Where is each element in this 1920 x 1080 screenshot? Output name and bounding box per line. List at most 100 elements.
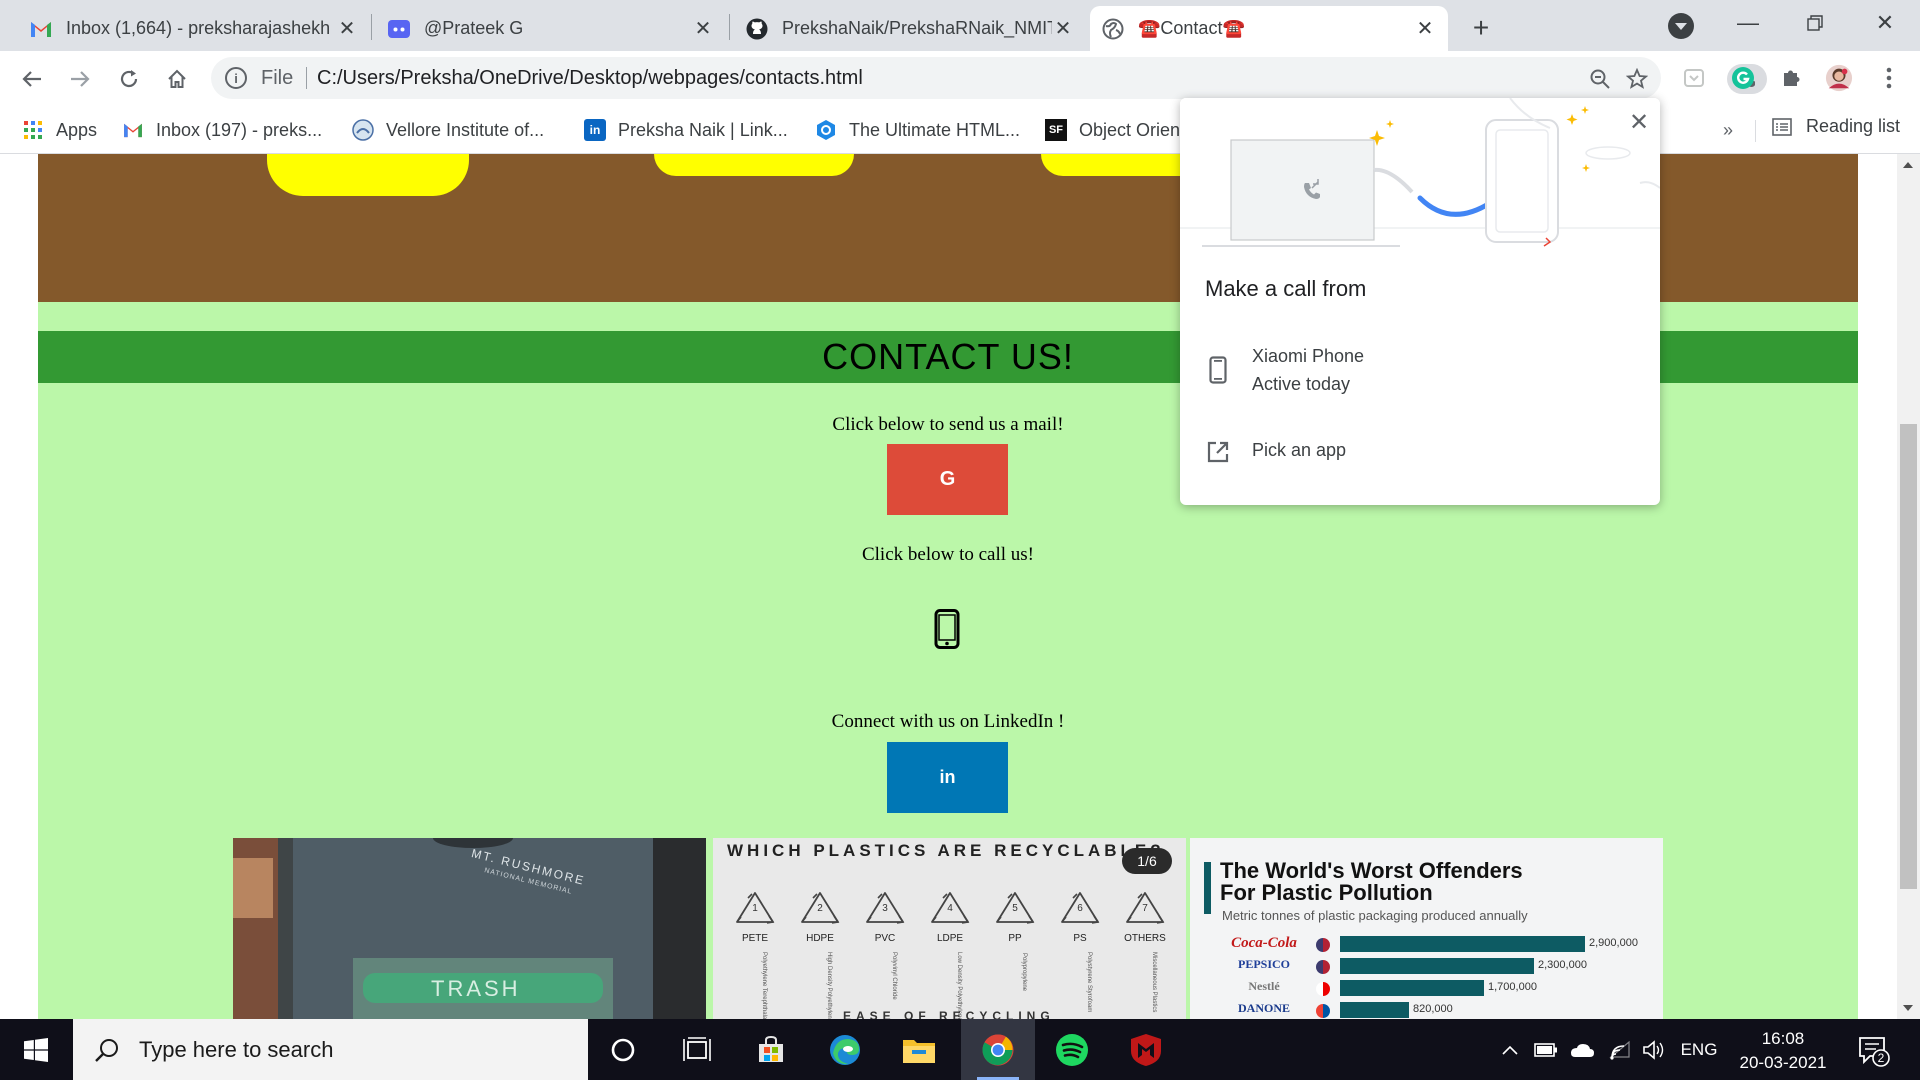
offender-bar	[1340, 980, 1484, 996]
home-icon	[168, 69, 186, 88]
battery-button[interactable]	[1533, 1037, 1559, 1063]
tab-title: PrekshaNaik/PrekshaRNaik_NMIT	[782, 18, 1052, 38]
mcafee-button[interactable]	[1109, 1019, 1183, 1080]
html-guide-icon	[815, 119, 837, 141]
taskbar-clock[interactable]: 16:08 20-03-2021	[1729, 1027, 1837, 1075]
offender-company: Coca-Cola	[1231, 935, 1297, 951]
action-center-button[interactable]: 2	[1856, 1033, 1890, 1067]
start-button[interactable]	[14, 1033, 58, 1067]
device-name: Xiaomi Phone	[1252, 346, 1365, 366]
scroll-down-arrow-icon[interactable]	[1903, 1005, 1913, 1011]
back-button[interactable]	[16, 63, 48, 95]
plastic-code: LDPE	[936, 933, 964, 944]
close-popup-button[interactable]: ✕	[1627, 109, 1651, 136]
plastic-type-ps: 6 PS Polystyrene Styrofoam	[1052, 890, 1108, 1012]
chrome-taskbar-button[interactable]	[961, 1019, 1035, 1080]
scroll-thumb[interactable]	[1900, 424, 1917, 889]
device-option-xiaomi[interactable]: Xiaomi Phone Active today	[1180, 342, 1660, 402]
globe-icon	[1102, 18, 1124, 40]
plastic-code: HDPE	[806, 933, 834, 944]
taskbar-search-box[interactable]: Type here to search	[73, 1019, 588, 1080]
new-tab-button[interactable]: +	[1466, 12, 1496, 44]
tab-discord[interactable]: @Prateek G ✕	[376, 6, 726, 51]
offender-value-label: 1,700,000	[1488, 981, 1537, 993]
reading-list-label: Reading list	[1806, 116, 1901, 136]
minimize-button[interactable]: —	[1728, 8, 1768, 38]
close-tab-icon[interactable]: ✕	[692, 18, 714, 40]
yellow-nav-button[interactable]	[654, 154, 854, 176]
grammarly-icon[interactable]	[1729, 64, 1757, 92]
contact-title: CONTACT US!	[822, 336, 1074, 377]
onedrive-button[interactable]	[1568, 1037, 1596, 1063]
cloud-icon	[1571, 1044, 1594, 1057]
extension-pocket-icon[interactable]	[1680, 64, 1708, 92]
edge-button[interactable]	[808, 1019, 882, 1080]
tab-strip: Inbox (1,664) - preksharajashekh ✕ @Prat…	[0, 0, 1920, 51]
input-language-indicator[interactable]: ENG	[1677, 1037, 1721, 1063]
reload-button[interactable]	[113, 63, 145, 95]
bookmark-html-guide[interactable]: The Ultimate HTML...	[815, 116, 1020, 144]
forward-button[interactable]	[64, 63, 96, 95]
trash-label: TRASH	[431, 976, 521, 1001]
cortana-button[interactable]	[586, 1019, 660, 1080]
extensions-puzzle-icon[interactable]	[1777, 64, 1805, 92]
plastic-name: Polypropylene	[1021, 952, 1027, 992]
show-hidden-icons-button[interactable]	[1498, 1037, 1522, 1063]
offender-value-label: 2,900,000	[1589, 937, 1638, 949]
spotify-button[interactable]	[1035, 1019, 1109, 1080]
yellow-nav-button[interactable]	[1041, 154, 1181, 176]
zoom-icon[interactable]	[1586, 65, 1614, 93]
chrome-menu-icon[interactable]	[1875, 64, 1903, 92]
gmail-button[interactable]: G	[887, 444, 1008, 515]
scroll-up-arrow-icon[interactable]	[1903, 162, 1913, 168]
plastic-type-hdpe: 2 HDPE High Density Polyethylene	[792, 890, 848, 1019]
bookmarks-overflow-button[interactable]: »	[1723, 120, 1733, 141]
address-bar[interactable]: i File C:/Users/Preksha/OneDrive/Desktop…	[211, 57, 1767, 99]
plastics-infographic: WHICH PLASTICS ARE RECYCLABLE? 1/6 1 PETE…	[713, 838, 1186, 1019]
close-tab-icon[interactable]: ✕	[336, 18, 358, 40]
offenders-title-line-2: For Plastic Pollution	[1220, 880, 1433, 905]
task-view-button[interactable]	[660, 1019, 734, 1080]
plastic-code: OTHERS	[1124, 933, 1166, 944]
bookmark-object-oriented[interactable]: SF Object Orien	[1045, 116, 1180, 144]
microsoft-store-button[interactable]	[734, 1019, 808, 1080]
title-accent-bar	[1204, 862, 1211, 914]
bookmark-linkedin-profile[interactable]: in Preksha Naik | Link...	[584, 116, 788, 144]
volume-button[interactable]	[1640, 1037, 1668, 1063]
bookmark-apps[interactable]: Apps	[22, 116, 97, 144]
close-window-button[interactable]: ✕	[1865, 8, 1905, 38]
offender-value-label: 820,000	[1413, 1003, 1453, 1015]
tab-contact-active[interactable]: ☎️Contact☎️ ✕	[1090, 6, 1448, 51]
reading-list-button[interactable]: Reading list	[1772, 116, 1900, 137]
info-icon[interactable]: i	[225, 67, 247, 89]
restore-button[interactable]	[1795, 8, 1835, 38]
mobile-phone-icon[interactable]	[934, 609, 960, 649]
apps-grid-icon	[22, 119, 44, 141]
tab-gmail[interactable]: Inbox (1,664) - preksharajashekh ✕	[18, 6, 370, 51]
call-prompt: Click below to call us!	[861, 544, 1035, 565]
profile-avatar-icon[interactable]	[1825, 64, 1853, 92]
tab-search-button[interactable]	[1668, 13, 1694, 39]
yellow-nav-button[interactable]	[267, 154, 469, 196]
windows-logo-icon	[24, 1038, 48, 1062]
address-scheme: File	[261, 67, 294, 89]
close-tab-icon[interactable]: ✕	[1414, 18, 1436, 40]
country-flag-icon	[1316, 1004, 1330, 1018]
linkedin-button[interactable]: in	[887, 742, 1008, 813]
bookmark-star-icon[interactable]	[1623, 65, 1651, 93]
pick-app-option[interactable]: Pick an app	[1180, 434, 1660, 470]
page-scrollbar[interactable]	[1897, 154, 1920, 1019]
reload-icon	[120, 70, 138, 88]
slide-counter-badge[interactable]: 1/6	[1122, 848, 1172, 874]
bookmark-gmail-inbox[interactable]: Inbox (197) - preks...	[122, 116, 322, 144]
home-button[interactable]	[161, 63, 193, 95]
file-explorer-button[interactable]	[882, 1019, 956, 1080]
address-url[interactable]: C:/Users/Preksha/OneDrive/Desktop/webpag…	[317, 67, 863, 90]
offenders-subtitle: Metric tonnes of plastic packaging produ…	[1222, 908, 1528, 923]
bookmark-vit[interactable]: Vellore Institute of...	[352, 116, 544, 144]
close-tab-icon[interactable]: ✕	[1052, 18, 1074, 40]
wifi-button[interactable]	[1606, 1037, 1634, 1063]
discord-icon	[388, 18, 410, 40]
open-in-new-icon	[1205, 436, 1231, 468]
tab-github[interactable]: PrekshaNaik/PrekshaRNaik_NMIT ✕	[734, 6, 1086, 51]
